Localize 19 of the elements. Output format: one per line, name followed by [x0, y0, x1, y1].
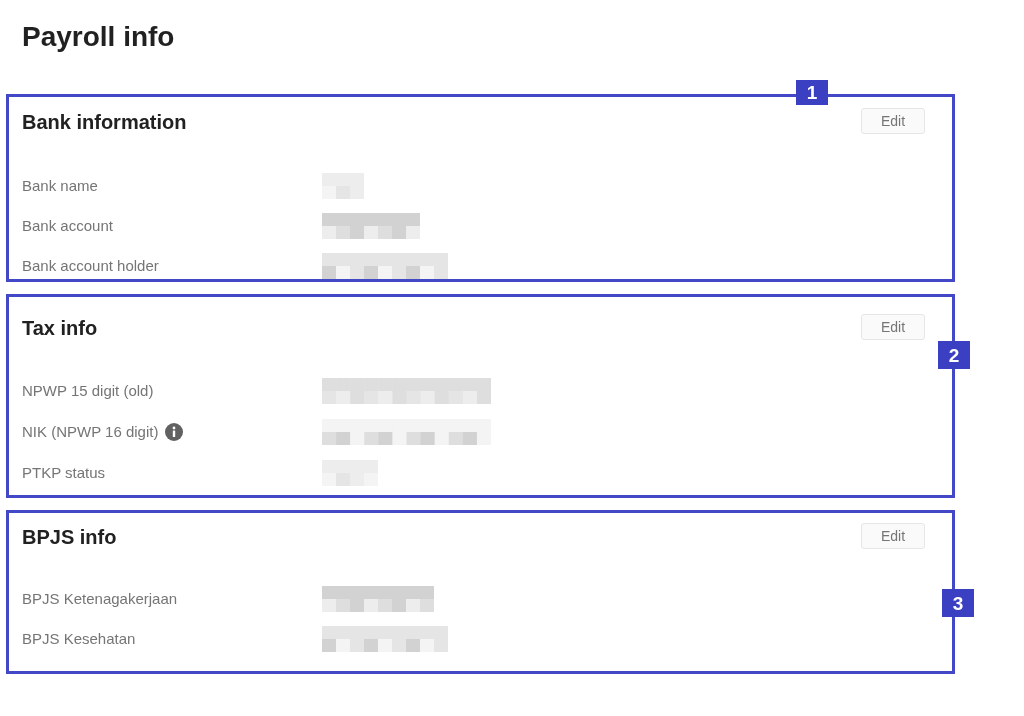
field-label: BPJS Ketenagakerjaan	[22, 589, 178, 609]
field-label: NPWP 15 digit (old)	[22, 381, 154, 401]
field-label: Bank account	[22, 216, 113, 236]
field-label: NIK (NPWP 16 digit)	[22, 422, 159, 442]
section-heading: Bank information	[22, 110, 187, 135]
field-label: Bank account holder	[22, 256, 159, 276]
field-label: PTKP status	[22, 463, 106, 483]
edit-button[interactable]: Edit	[861, 523, 925, 549]
annotation-badge: 3	[942, 589, 974, 617]
annotation-badge: 2	[938, 341, 970, 369]
page-title: Payroll info	[22, 20, 175, 54]
field-label: Bank name	[22, 176, 98, 196]
section-heading: Tax info	[22, 316, 98, 341]
info-icon[interactable]	[165, 423, 184, 441]
edit-button[interactable]: Edit	[861, 108, 925, 134]
field-label: BPJS Kesehatan	[22, 629, 136, 649]
section-heading: BPJS info	[22, 525, 117, 550]
edit-button[interactable]: Edit	[861, 314, 925, 340]
annotation-badge: 1	[796, 80, 828, 105]
